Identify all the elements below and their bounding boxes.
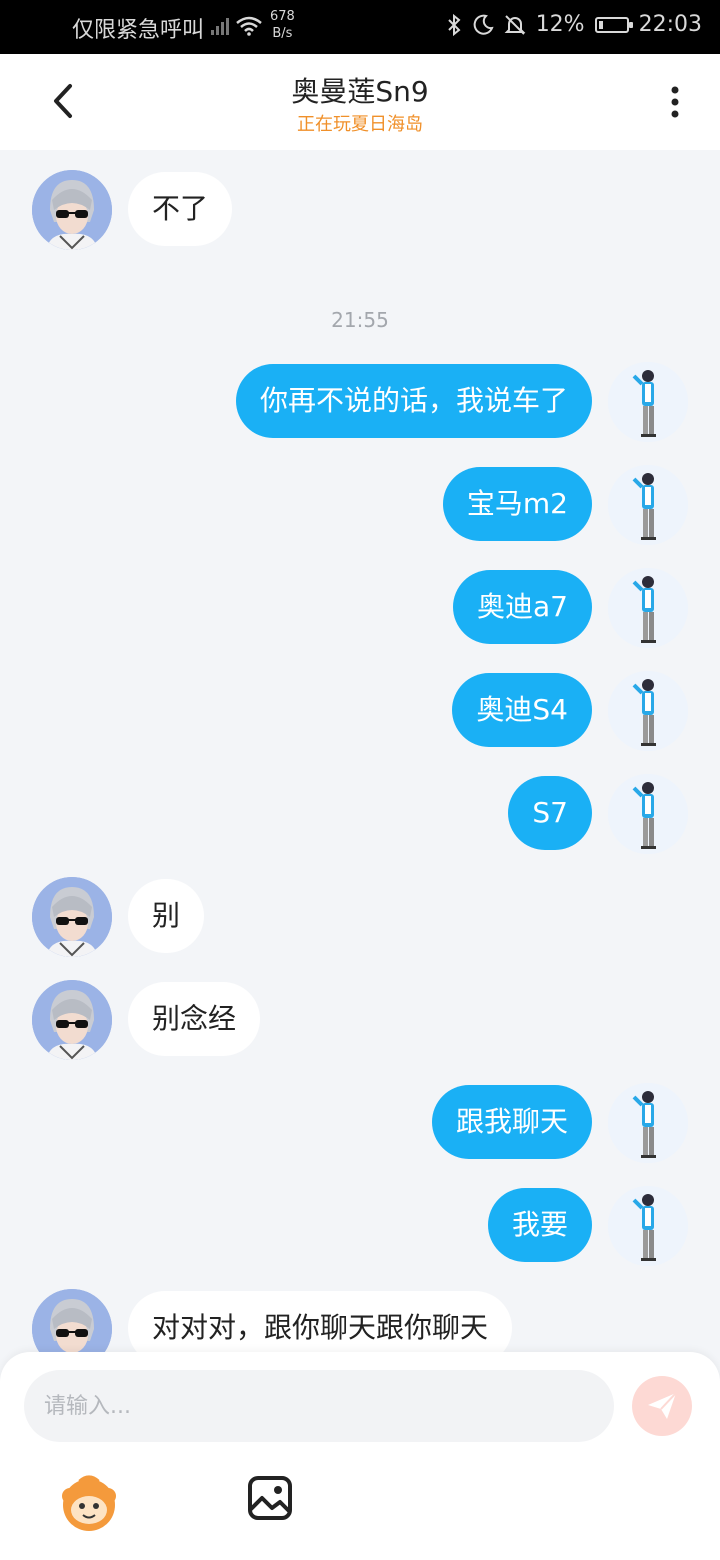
status-bar: 仅限紧急呼叫 678 B/s 12% 22:03: [0, 0, 720, 54]
contact-avatar[interactable]: [32, 170, 112, 250]
timestamp: 21:55: [0, 308, 720, 338]
network-speed: 678 B/s: [270, 8, 295, 42]
signal-icon: [211, 18, 229, 35]
message-bubble[interactable]: 不了: [128, 172, 233, 246]
sent-message: 奥迪S4: [0, 671, 720, 755]
sent-message: 我要: [0, 1186, 720, 1270]
contact-avatar[interactable]: [32, 980, 112, 1060]
speed-value: 678: [270, 9, 295, 24]
timestamp-text: 21:55: [331, 308, 389, 332]
wifi-icon: [236, 16, 262, 36]
user-avatar[interactable]: [608, 774, 688, 854]
sent-message: S7: [0, 774, 720, 858]
message-bubble[interactable]: 我要: [487, 1188, 592, 1262]
message-bubble[interactable]: 跟我聊天: [431, 1085, 592, 1159]
user-avatar[interactable]: [608, 1083, 688, 1163]
carrier-text: 仅限紧急呼叫: [72, 18, 205, 43]
message-bubble[interactable]: 奥迪a7: [453, 570, 592, 644]
message-bubble[interactable]: 对对对，跟你聊天跟你聊天: [128, 1291, 513, 1352]
message-bubble[interactable]: 你再不说的话，我说车了: [235, 364, 592, 438]
message-input[interactable]: [24, 1370, 614, 1442]
clock: 22:03: [638, 12, 702, 37]
battery-icon: [594, 16, 633, 33]
emoji-icon[interactable]: [58, 1472, 120, 1534]
send-button[interactable]: [632, 1376, 692, 1436]
contact-status: 正在玩夏日海岛: [297, 114, 423, 135]
contact-avatar[interactable]: [32, 1289, 112, 1352]
received-message: 不了: [0, 170, 720, 254]
received-message: 别: [0, 877, 720, 961]
user-avatar[interactable]: [608, 671, 688, 751]
input-bar: [0, 1352, 720, 1560]
contact-name: 奥曼莲Sn9: [291, 75, 429, 108]
user-avatar[interactable]: [608, 1186, 688, 1266]
received-message: 对对对，跟你聊天跟你聊天: [0, 1289, 720, 1352]
send-icon: [648, 1392, 677, 1419]
message-bubble[interactable]: 宝马m2: [442, 467, 592, 541]
sent-message: 宝马m2: [0, 465, 720, 549]
message-bubble[interactable]: 奥迪S4: [452, 673, 592, 747]
mute-bell-icon: [504, 14, 526, 35]
message-bubble[interactable]: 别: [128, 879, 205, 953]
moon-icon: [473, 14, 494, 35]
bluetooth-icon: [447, 13, 461, 36]
user-avatar[interactable]: [608, 465, 688, 545]
chat-header: 奥曼莲Sn9 正在玩夏日海岛: [0, 54, 720, 150]
sent-message: 跟我聊天: [0, 1083, 720, 1167]
speed-unit: B/s: [272, 26, 293, 41]
message-list[interactable]: 不了 21:55 你再不说的话，我说车了 宝马m2 奥迪a7 奥迪S4 S7 别…: [0, 150, 720, 1352]
received-message: 别念经: [0, 980, 720, 1064]
user-avatar[interactable]: [608, 568, 688, 648]
battery-percent: 12%: [535, 12, 585, 37]
user-avatar[interactable]: [608, 362, 688, 442]
message-bubble[interactable]: 别念经: [128, 982, 261, 1056]
image-icon[interactable]: [246, 1474, 294, 1522]
contact-avatar[interactable]: [32, 877, 112, 957]
message-bubble[interactable]: S7: [508, 776, 592, 850]
sent-message: 奥迪a7: [0, 568, 720, 652]
more-options-icon[interactable]: [660, 82, 690, 122]
sent-message: 你再不说的话，我说车了: [0, 362, 720, 446]
